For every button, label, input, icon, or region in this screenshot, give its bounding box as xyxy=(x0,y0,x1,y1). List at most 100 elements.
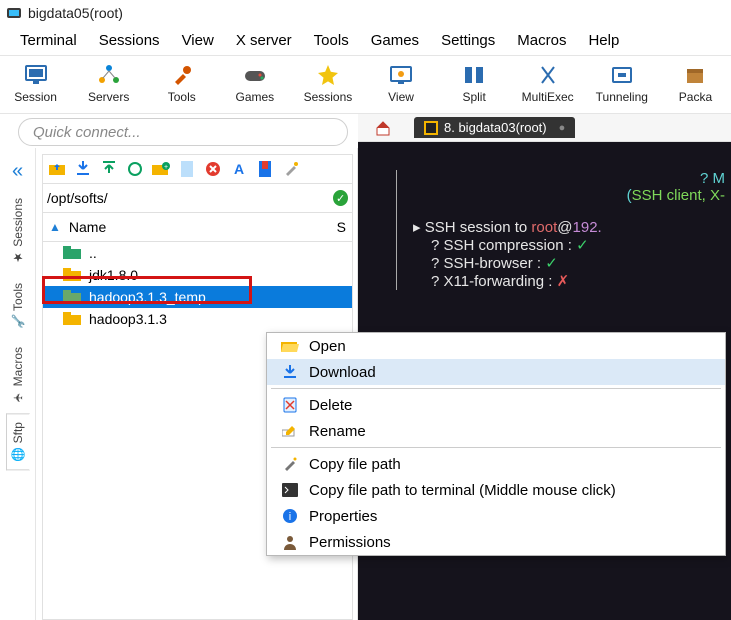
window-title: bigdata05(root) xyxy=(28,5,123,21)
file-row-up[interactable]: .. xyxy=(43,242,352,264)
main-toolbar: Session Servers Tools Games Sessions Vie… xyxy=(0,56,731,114)
folder-icon xyxy=(63,290,81,304)
svg-text:i: i xyxy=(289,511,291,523)
upload-icon[interactable] xyxy=(99,159,119,179)
file-row-hadoop[interactable]: hadoop3.1.3 xyxy=(43,308,352,330)
delete-icon xyxy=(281,396,299,414)
toolbar-tunneling[interactable]: Tunneling xyxy=(596,62,648,104)
info-icon: i xyxy=(281,507,299,525)
rail-tab-macros[interactable]: ✈Macros xyxy=(6,338,30,413)
terminal-icon xyxy=(281,481,299,499)
ctx-download[interactable]: Download xyxy=(267,359,725,385)
ctx-copy-path[interactable]: Copy file path xyxy=(267,451,725,477)
term-line: ? M xyxy=(700,170,725,187)
wrench-icon: 🔧 xyxy=(11,315,25,329)
menu-settings[interactable]: Settings xyxy=(433,30,503,51)
col-name: Name xyxy=(69,219,106,235)
text-icon[interactable]: A xyxy=(229,159,249,179)
download-icon xyxy=(281,363,299,381)
svg-text:+: + xyxy=(164,164,168,171)
rename-icon xyxy=(281,422,299,440)
toolbar-view[interactable]: View xyxy=(375,62,426,104)
rail-collapse-chevron-icon[interactable]: « xyxy=(12,154,23,189)
new-folder-icon[interactable]: + xyxy=(151,159,171,179)
title-bar: bigdata05(root) xyxy=(0,0,731,26)
menu-terminal[interactable]: Terminal xyxy=(12,30,85,51)
servers-icon xyxy=(96,62,122,88)
toolbar-games[interactable]: Games xyxy=(229,62,280,104)
quick-connect-input[interactable]: Quick connect... xyxy=(18,118,348,146)
toolbar-servers[interactable]: Servers xyxy=(83,62,134,104)
ctx-properties[interactable]: iProperties xyxy=(267,503,725,529)
folder-icon xyxy=(63,268,81,282)
terminal-icon xyxy=(424,121,438,135)
star-icon: ★ xyxy=(11,251,25,265)
close-icon[interactable]: ● xyxy=(559,122,566,134)
folder-up-icon xyxy=(63,246,81,260)
menu-xserver[interactable]: X server xyxy=(228,30,300,51)
toolbar-packages[interactable]: Packa xyxy=(670,62,721,104)
ctx-separator xyxy=(271,388,721,389)
editor-tab-bar: 8. bigdata03(root) ● xyxy=(358,114,731,142)
menu-bar: Terminal Sessions View X server Tools Ga… xyxy=(0,26,731,56)
toolbar-sessions[interactable]: Sessions xyxy=(302,62,353,104)
col-size: S xyxy=(337,219,346,235)
toolbar-multiexec[interactable]: MultiExec xyxy=(522,62,574,104)
delete-icon[interactable] xyxy=(203,159,223,179)
ctx-delete[interactable]: Delete xyxy=(267,392,725,418)
file-list-header[interactable]: ▲ Name S xyxy=(42,213,353,242)
monitor-icon xyxy=(23,62,49,88)
split-icon xyxy=(461,62,487,88)
ctx-permissions[interactable]: Permissions xyxy=(267,529,725,555)
ctx-separator xyxy=(271,447,721,448)
gamepad-icon xyxy=(242,62,268,88)
path-bar: ✓ xyxy=(42,184,353,213)
menu-games[interactable]: Games xyxy=(363,30,427,51)
wand-icon[interactable] xyxy=(281,159,301,179)
menu-view[interactable]: View xyxy=(174,30,222,51)
toolbar-tools[interactable]: Tools xyxy=(156,62,207,104)
ctx-rename[interactable]: Rename xyxy=(267,418,725,444)
view-icon xyxy=(388,62,414,88)
toolbar-session[interactable]: Session xyxy=(10,62,61,104)
globe-icon: 🌐 xyxy=(11,447,25,461)
folder-open-icon xyxy=(281,337,299,355)
ctx-copy-path-terminal[interactable]: Copy file path to terminal (Middle mouse… xyxy=(267,477,725,503)
bookmark-icon[interactable] xyxy=(255,159,275,179)
tab-label: 8. bigdata03(root) xyxy=(444,120,547,135)
wand-icon xyxy=(281,455,299,473)
menu-sessions[interactable]: Sessions xyxy=(91,30,168,51)
tab-home[interactable] xyxy=(366,117,400,139)
tunnel-icon xyxy=(609,62,635,88)
menu-tools[interactable]: Tools xyxy=(306,30,357,51)
wrench-icon xyxy=(169,62,195,88)
multi-icon xyxy=(535,62,561,88)
app-icon xyxy=(6,5,22,21)
path-input[interactable] xyxy=(47,190,327,206)
sort-arrow-icon: ▲ xyxy=(49,220,61,234)
menu-help[interactable]: Help xyxy=(580,30,627,51)
download-icon[interactable] xyxy=(73,159,93,179)
tab-session-bigdata03[interactable]: 8. bigdata03(root) ● xyxy=(414,117,575,138)
folder-icon xyxy=(63,312,81,326)
rail-tab-sftp[interactable]: 🌐Sftp xyxy=(6,413,30,470)
new-file-icon[interactable] xyxy=(177,159,197,179)
person-icon xyxy=(281,533,299,551)
folder-up-icon[interactable] xyxy=(47,159,67,179)
rail-tab-sessions[interactable]: ★Sessions xyxy=(6,189,30,274)
file-row-jdk[interactable]: jdk1.8.0 xyxy=(43,264,352,286)
ctx-open[interactable]: Open xyxy=(267,333,725,359)
left-side-rail: « ★Sessions 🔧Tools ✈Macros 🌐Sftp xyxy=(0,148,36,620)
refresh-icon[interactable] xyxy=(125,159,145,179)
path-ok-icon: ✓ xyxy=(333,190,348,206)
sftp-toolbar: + A xyxy=(42,154,353,184)
toolbar-split[interactable]: Split xyxy=(449,62,500,104)
home-icon xyxy=(374,119,392,137)
star-icon xyxy=(315,62,341,88)
file-row-hadoop-temp[interactable]: hadoop3.1.3_temp xyxy=(43,286,352,308)
plane-icon: ✈ xyxy=(11,390,25,404)
package-icon xyxy=(682,62,708,88)
rail-tab-tools[interactable]: 🔧Tools xyxy=(6,274,30,338)
context-menu: Open Download Delete Rename Copy file pa… xyxy=(266,332,726,556)
menu-macros[interactable]: Macros xyxy=(509,30,574,51)
